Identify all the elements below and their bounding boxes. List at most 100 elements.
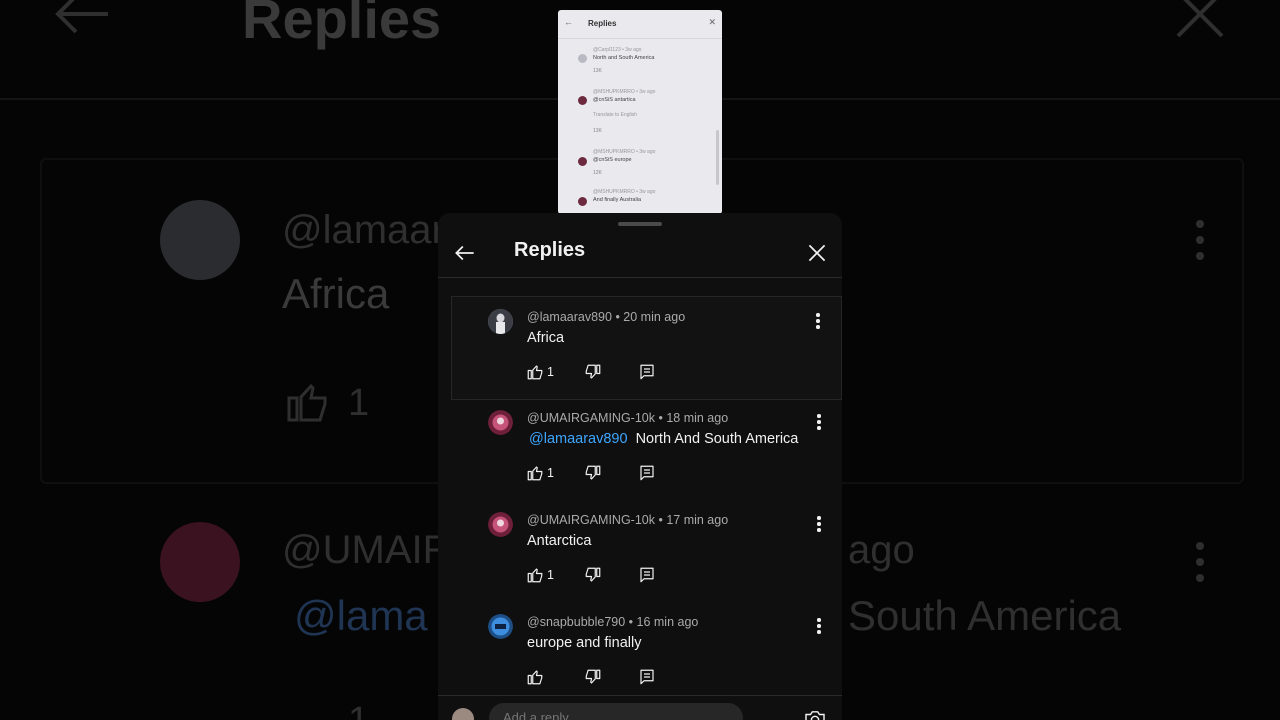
thumb-avatar: [578, 96, 587, 105]
thumbs-down-icon: [585, 669, 601, 684]
reply-time: 20 min ago: [623, 310, 686, 324]
like-button[interactable]: 1: [526, 464, 566, 484]
reply-body: @lamaarav890 North And South America: [529, 431, 798, 447]
like-count: 1: [547, 466, 554, 480]
reply-composer: [438, 695, 842, 720]
thumb-row-author: @MSHUPKMRRO • 3w ago: [593, 149, 656, 155]
close-icon: [808, 244, 826, 262]
more-options-button[interactable]: [814, 618, 824, 636]
thumbs-up-icon: [527, 365, 543, 380]
bg-title: Replies: [242, 0, 442, 50]
like-count: 1: [547, 568, 554, 582]
avatar[interactable]: [488, 410, 513, 435]
thumb-row-text: @cnSiS antartica: [593, 97, 636, 103]
thumb-row-translate: Translate to English: [593, 112, 638, 118]
bg-comment2-author: @UMAIR: [282, 528, 452, 572]
thumb-row-text: @cnSiS europe: [593, 157, 632, 163]
avatar-logo-icon: [488, 614, 513, 639]
thumb-row-author: @MSHUPKMRRO • 3w ago: [593, 89, 656, 95]
thumb-row-author: @MSHUPKMRRO • 3w ago: [593, 189, 656, 195]
reply-meta: @snapbubble790 • 16 min ago: [527, 615, 699, 629]
like-button[interactable]: 1: [526, 566, 566, 586]
avatar[interactable]: [488, 309, 513, 334]
thumb-row-likes: 13K: [593, 68, 602, 74]
thumb-avatar: [578, 157, 587, 166]
thumb-back-icon: ←: [564, 17, 573, 27]
reply-button[interactable]: [638, 668, 656, 688]
reply-item: @snapbubble790 • 16 min ago europe and f…: [438, 602, 842, 696]
thumbs-down-icon: [585, 465, 601, 480]
comment-icon: [640, 364, 654, 380]
thumb-row-text: And finally Australia: [593, 197, 641, 203]
bg-comment2-time: ago: [848, 528, 915, 572]
reply-time: 18 min ago: [666, 411, 729, 425]
close-button[interactable]: [804, 240, 830, 266]
dislike-button[interactable]: [584, 566, 602, 586]
dislike-button[interactable]: [584, 363, 602, 383]
bg-like-icon: [287, 383, 327, 422]
comment-icon: [640, 669, 654, 685]
comment-icon: [640, 465, 654, 481]
reply-meta: @lamaarav890 • 20 min ago: [527, 310, 686, 324]
avatar-emblem-icon: [488, 410, 513, 435]
bg-close-icon: [1176, 0, 1224, 38]
reply-text: Antarctica: [527, 533, 592, 549]
bg-more-icon: [1196, 220, 1204, 260]
bg-avatar: [160, 200, 240, 280]
thumb-row-text: North and South America: [593, 55, 655, 61]
current-user-avatar: [452, 708, 474, 720]
thumbs-up-icon: [527, 568, 543, 583]
bg-back-arrow-icon: [55, 0, 108, 34]
thumb-title: Replies: [588, 19, 617, 28]
reply-item: @lamaarav890 • 20 min ago Africa 1: [451, 296, 842, 400]
reply-author[interactable]: @snapbubble790: [527, 615, 625, 629]
more-options-button[interactable]: [814, 516, 824, 534]
replies-list[interactable]: @lamaarav890 • 20 min ago Africa 1 @UMAI…: [438, 278, 842, 696]
reply-button[interactable]: [638, 464, 656, 484]
reply-text: europe and finally: [527, 635, 642, 651]
avatar-emblem-icon: [488, 512, 513, 537]
drag-handle[interactable]: [618, 222, 662, 226]
more-options-button[interactable]: [813, 313, 823, 331]
reply-time: 16 min ago: [636, 615, 699, 629]
thumb-scrollbar: [716, 130, 719, 185]
thumbs-up-icon: [527, 466, 543, 481]
reply-text: Africa: [527, 330, 565, 346]
bg-avatar-2: [160, 522, 240, 602]
reply-author[interactable]: @lamaarav890: [527, 310, 612, 324]
dislike-button[interactable]: [584, 668, 602, 688]
reply-button[interactable]: [638, 566, 656, 586]
comment-icon: [640, 567, 654, 583]
panel-title: Replies: [514, 239, 586, 261]
reply-author[interactable]: @UMAIRGAMING-10k: [527, 411, 655, 425]
thumb-avatar: [578, 197, 587, 206]
avatar[interactable]: [488, 512, 513, 537]
bg-comment2-mention: @lama: [294, 592, 428, 639]
reply-author[interactable]: @UMAIRGAMING-10k: [527, 513, 655, 527]
back-arrow-icon: [455, 245, 474, 261]
replies-panel: Replies @lamaarav890 • 20 min ago Africa…: [438, 213, 842, 720]
more-options-button[interactable]: [814, 414, 824, 432]
bg-more-icon-2: [1196, 542, 1204, 582]
back-button[interactable]: [452, 240, 478, 266]
thumb-row-author: @Carpl1123 • 3w ago: [593, 47, 642, 53]
thumb-row-likes: 12K: [593, 170, 602, 176]
thumbs-down-icon: [585, 364, 601, 379]
thumbs-down-icon: [585, 567, 601, 582]
reply-meta: @UMAIRGAMING-10k • 17 min ago: [527, 513, 729, 527]
bg-comment2-text: South America: [848, 592, 1122, 639]
reply-item: @UMAIRGAMING-10k • 17 min ago Antarctica…: [438, 500, 842, 602]
add-reply-input[interactable]: [489, 703, 743, 720]
thumb-header: ← Replies ✕: [558, 10, 722, 39]
like-count: 1: [547, 365, 554, 379]
dislike-button[interactable]: [584, 464, 602, 484]
like-button[interactable]: [526, 668, 566, 688]
like-button[interactable]: 1: [526, 363, 566, 383]
avatar[interactable]: [488, 614, 513, 639]
camera-icon[interactable]: [804, 710, 826, 720]
mention-link[interactable]: @lamaarav890: [529, 431, 628, 447]
reply-time: 17 min ago: [666, 513, 729, 527]
reply-button[interactable]: [638, 363, 656, 383]
reply-item: @UMAIRGAMING-10k • 18 min ago @lamaarav8…: [438, 398, 842, 500]
bg-like-count-2: 1: [348, 700, 369, 720]
